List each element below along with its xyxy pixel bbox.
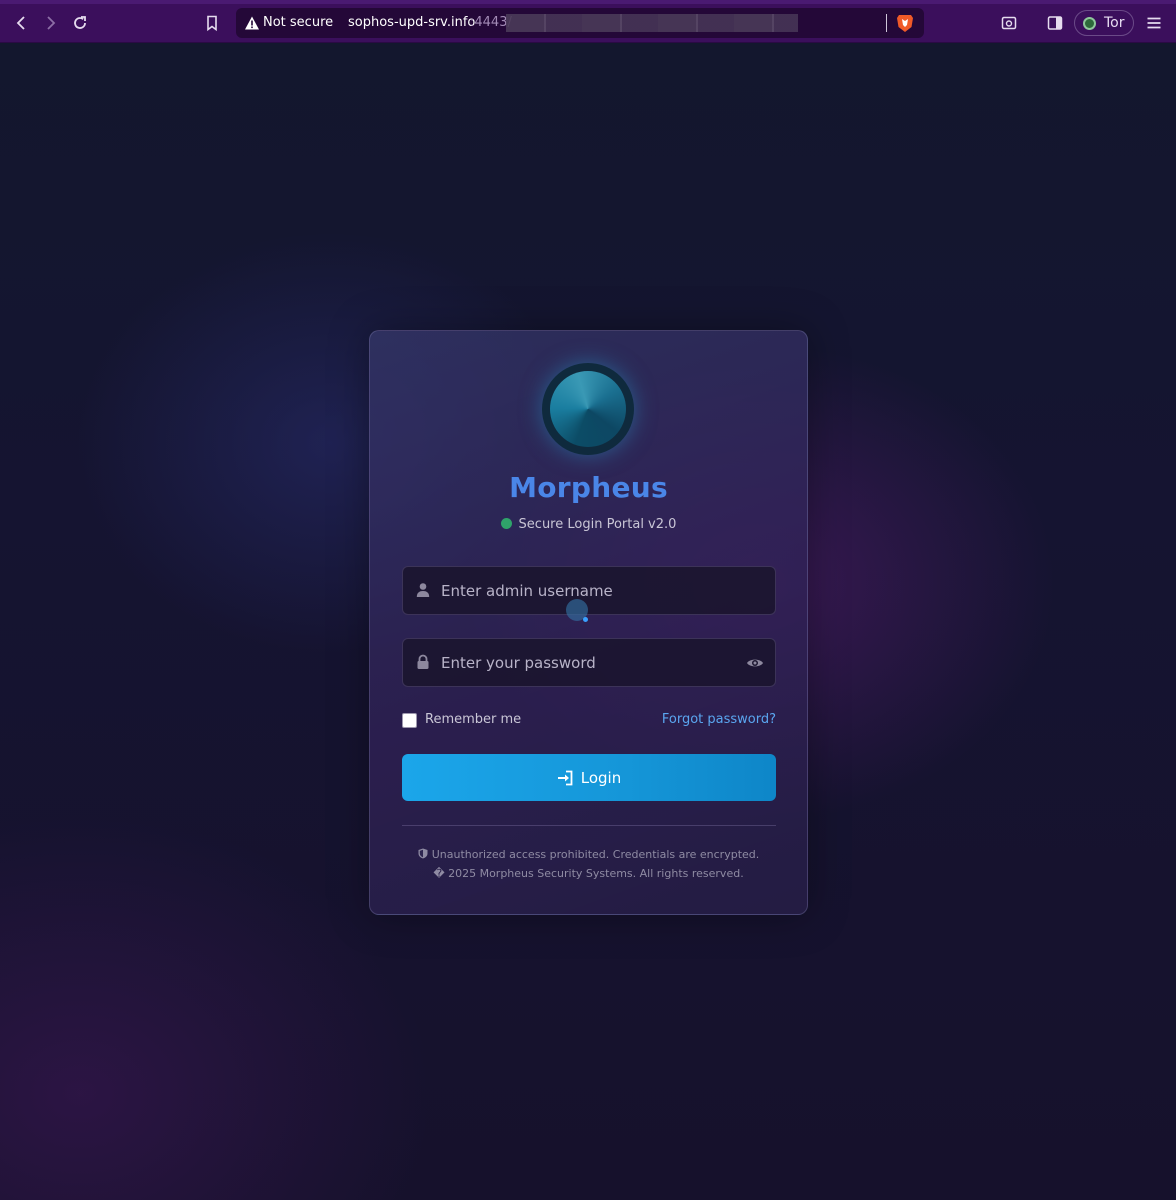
sidebar-icon[interactable] xyxy=(1042,10,1068,36)
url-host[interactable]: sophos-upd-srv.info xyxy=(348,15,475,30)
reload-icon[interactable] xyxy=(67,10,93,36)
warning-icon[interactable] xyxy=(244,15,260,31)
remember-row: Remember me Forgot password? xyxy=(402,711,776,731)
username-field[interactable] xyxy=(402,566,776,615)
sign-in-icon xyxy=(557,770,573,785)
status-line: Secure Login Portal v2.0 xyxy=(370,517,807,532)
browser-toolbar: Not secure sophos-upd-srv.info :4443/ To… xyxy=(0,0,1176,43)
status-text: Secure Login Portal v2.0 xyxy=(518,517,677,532)
bookmark-icon[interactable] xyxy=(199,10,225,36)
password-field[interactable] xyxy=(402,638,776,687)
password-input[interactable] xyxy=(441,639,731,686)
status-online-dot xyxy=(500,518,512,529)
footer-notice: Unauthorized access prohibited. Credenti… xyxy=(370,848,807,861)
security-status-label[interactable]: Not secure xyxy=(263,15,333,30)
screenshot-icon[interactable] xyxy=(996,10,1022,36)
brave-shield-icon[interactable] xyxy=(896,13,914,33)
login-button[interactable]: Login xyxy=(402,754,776,801)
forward-icon[interactable] xyxy=(37,10,63,36)
menu-icon[interactable] xyxy=(1141,10,1167,36)
url-divider xyxy=(886,14,887,32)
remember-me-checkbox[interactable] xyxy=(402,713,417,728)
tor-label: Tor xyxy=(1104,15,1125,31)
page-background: Morpheus Secure Login Portal v2.0 Enter … xyxy=(0,43,1176,1200)
remember-me-label[interactable]: Remember me xyxy=(425,712,521,727)
footer-divider xyxy=(402,825,776,826)
url-path-redacted xyxy=(506,14,798,32)
brand-title: Morpheus xyxy=(509,471,668,504)
show-password-eye-icon[interactable] xyxy=(746,655,764,671)
mouse-cursor-dot xyxy=(583,617,588,622)
tor-icon xyxy=(1083,17,1096,30)
logo-icon xyxy=(542,363,634,455)
login-button-label: Login xyxy=(580,768,622,787)
footer-copyright: � 2025 Morpheus Security Systems. All ri… xyxy=(433,867,744,880)
user-icon xyxy=(416,583,430,597)
login-card: Morpheus Secure Login Portal v2.0 Enter … xyxy=(369,330,808,915)
back-icon[interactable] xyxy=(9,10,35,36)
shield-icon xyxy=(418,848,428,859)
forgot-password-link[interactable]: Forgot password? xyxy=(662,712,776,727)
tor-button[interactable]: Tor xyxy=(1074,10,1134,36)
logo-inner xyxy=(550,371,626,447)
footer-notice-text: Unauthorized access prohibited. Credenti… xyxy=(431,848,760,861)
lock-icon xyxy=(417,654,429,669)
address-bar[interactable]: Not secure sophos-upd-srv.info :4443/ xyxy=(236,8,924,38)
